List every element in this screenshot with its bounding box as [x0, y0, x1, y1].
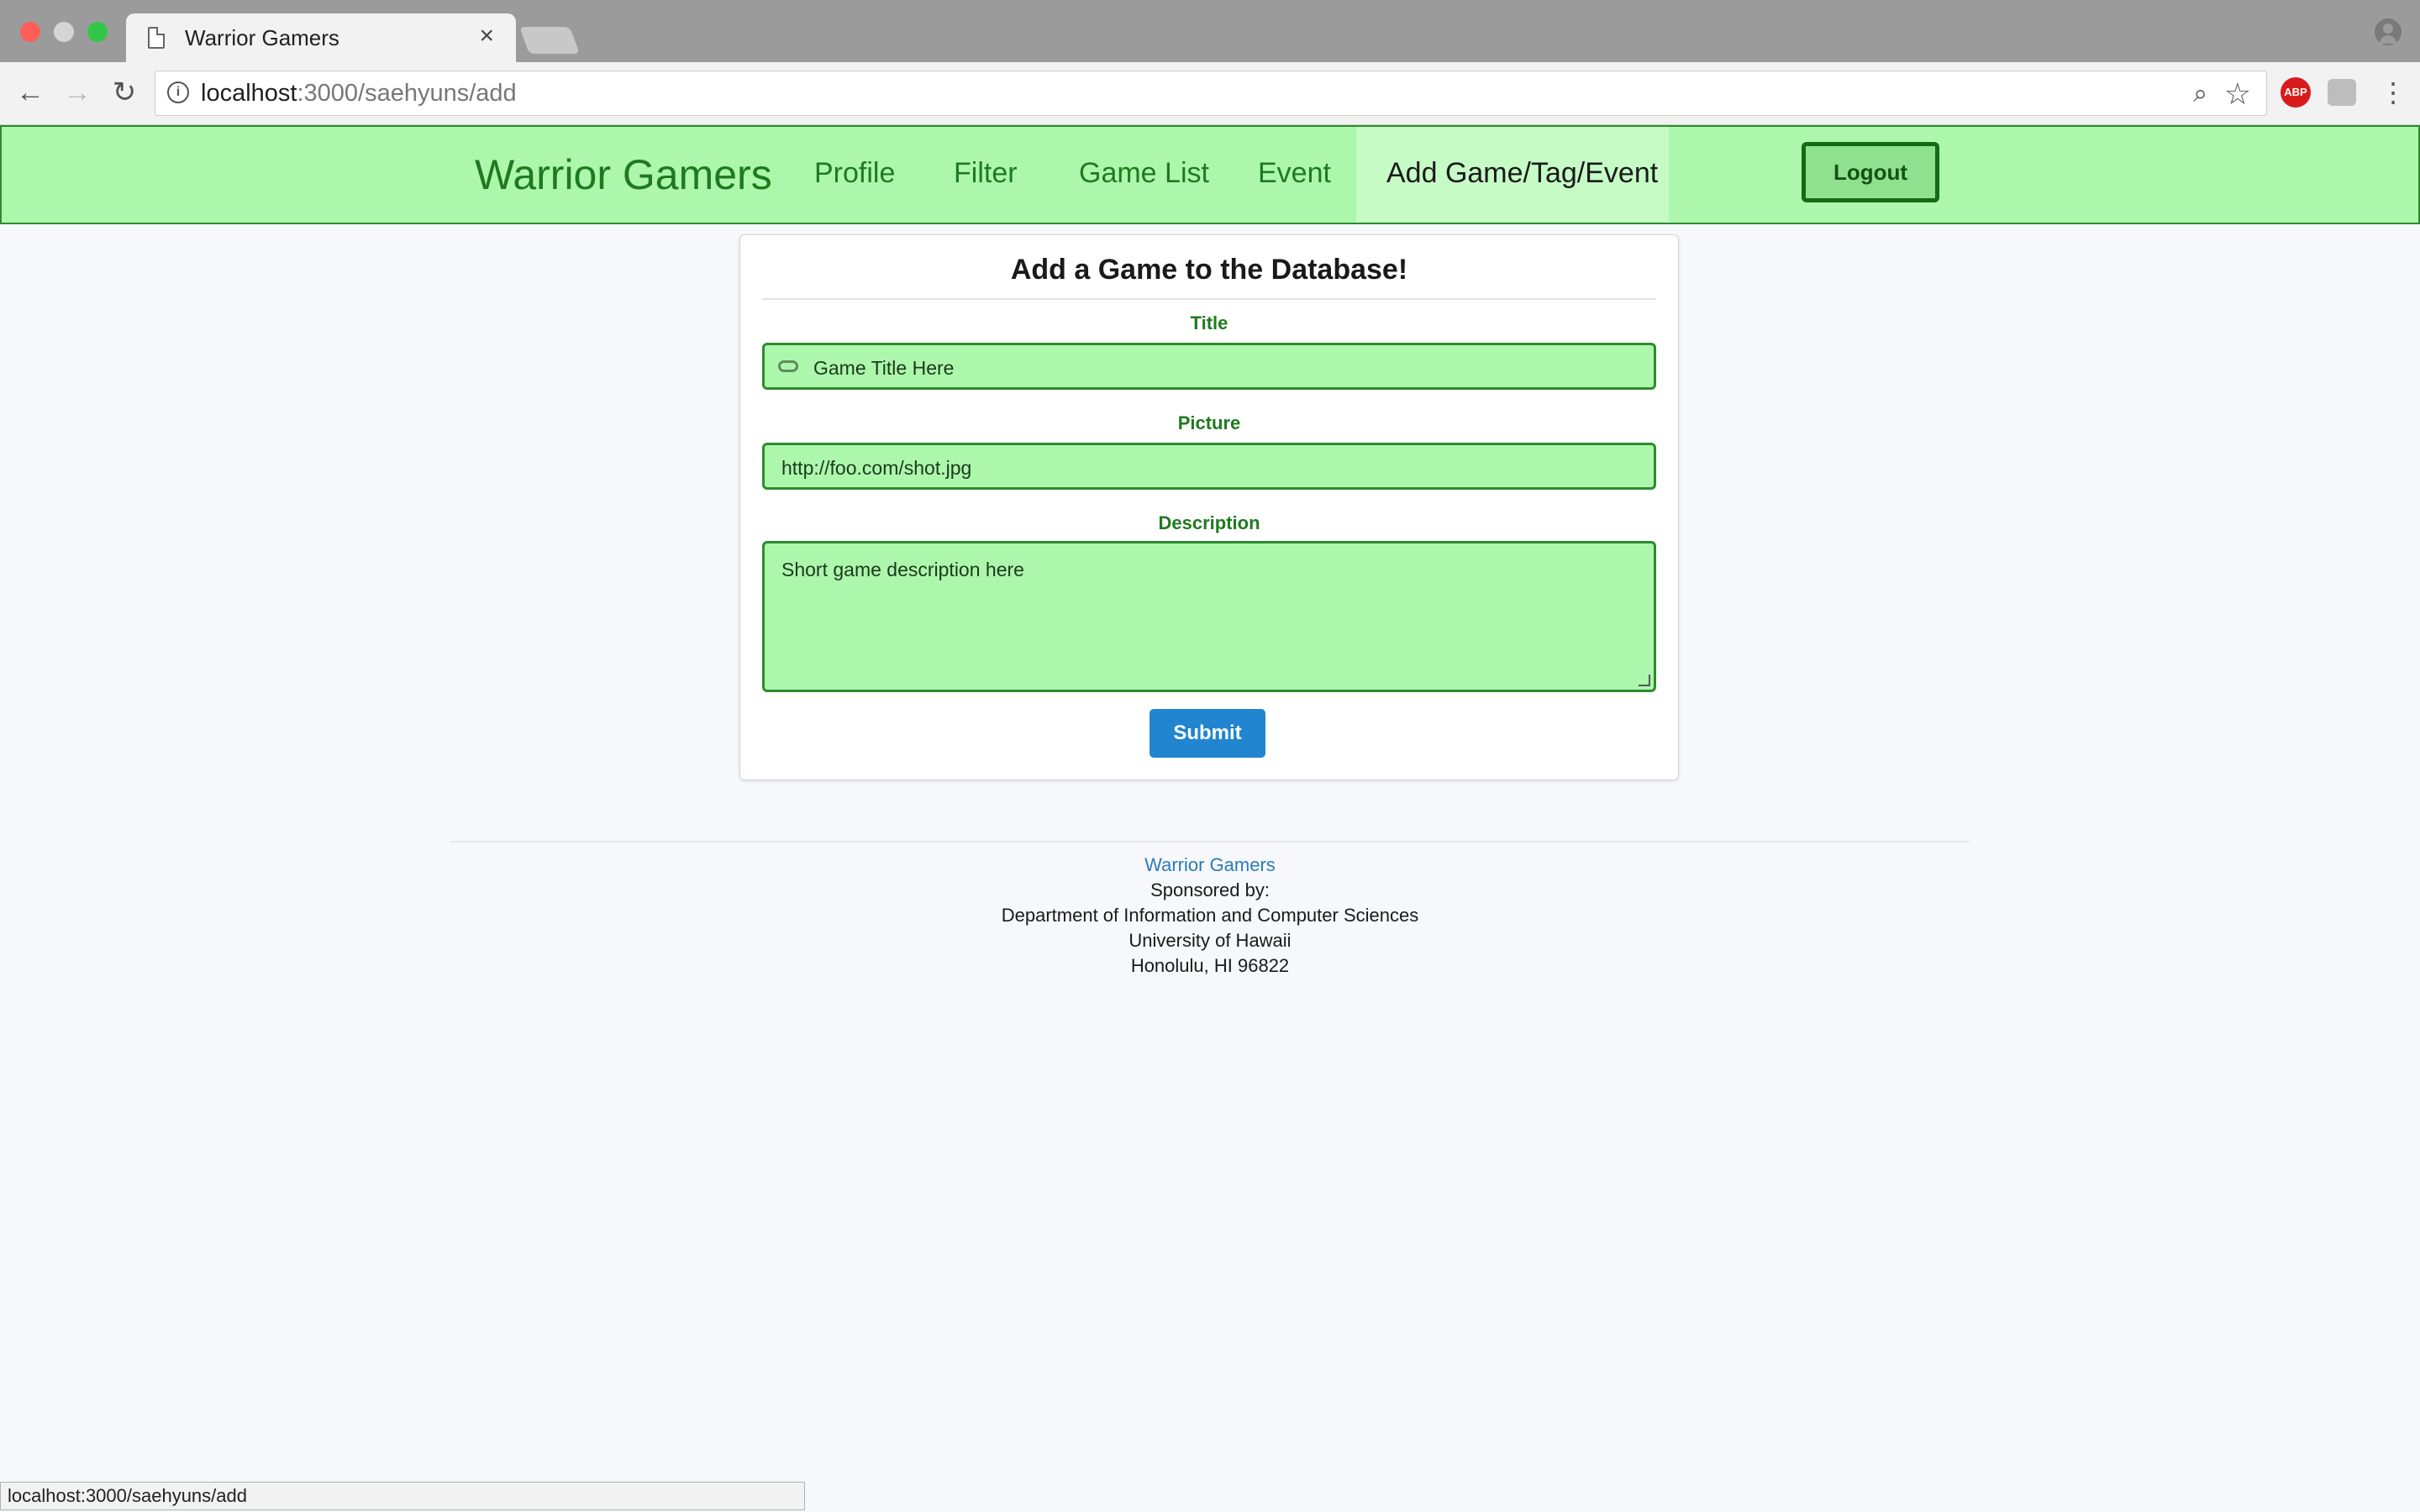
page-icon [148, 27, 165, 49]
adblock-icon[interactable]: ABP [2281, 77, 2311, 108]
new-tab-button[interactable] [519, 27, 580, 54]
form-heading: Add a Game to the Database! [762, 254, 1656, 300]
resize-handle[interactable] [1639, 675, 1650, 686]
footer-brand-link[interactable]: Warrior Gamers [450, 853, 1970, 878]
picture-placeholder: http://foo.com/shot.jpg [781, 457, 972, 479]
footer-address: Honolulu, HI 96822 [1130, 955, 1290, 976]
forward-icon[interactable]: → [60, 76, 94, 109]
url-path: :3000/saehyuns/add [297, 80, 517, 107]
browser-tab-bar: Warrior Gamers × [0, 0, 2420, 62]
profile-icon[interactable] [2375, 18, 2402, 45]
gamepad-icon [778, 360, 798, 372]
close-window-button[interactable] [20, 22, 40, 42]
title-input[interactable]: Game Title Here [762, 343, 1656, 390]
menu-icon[interactable]: ⋮ [2380, 74, 2407, 111]
footer-sponsor: Sponsored by: [1150, 879, 1270, 900]
submit-button[interactable]: Submit [1150, 709, 1265, 758]
title-placeholder: Game Title Here [813, 357, 955, 379]
browser-toolbar: ← → ↻ i localhost:3000/saehyuns/add ⌕ ☆ … [0, 62, 2420, 125]
back-icon[interactable]: ← [13, 76, 47, 109]
zoom-icon[interactable]: ⌕ [2193, 80, 2207, 108]
footer-department: Department of Information and Computer S… [1001, 905, 1419, 926]
address-url: localhost:3000/saehyuns/add [201, 80, 517, 108]
url-host: localhost [201, 80, 297, 107]
description-textarea[interactable]: Short game description here [762, 541, 1656, 692]
title-label: Title [1190, 312, 1228, 333]
description-placeholder: Short game description here [781, 559, 1024, 580]
star-icon[interactable]: ☆ [2224, 76, 2251, 112]
tab-title: Warrior Gamers [185, 25, 339, 50]
reload-icon[interactable]: ↻ [108, 76, 141, 109]
logout-button[interactable]: Logout [1802, 142, 1939, 202]
nav-event[interactable]: Event [1258, 157, 1331, 190]
tab-close-icon[interactable]: × [479, 24, 494, 49]
browser-tab[interactable]: Warrior Gamers × [126, 13, 516, 62]
address-bar[interactable]: i localhost:3000/saehyuns/add ⌕ ☆ [155, 71, 2267, 116]
minimize-window-button[interactable] [54, 22, 74, 42]
picture-input[interactable]: http://foo.com/shot.jpg [762, 443, 1656, 490]
site-nav: Warrior Gamers Profile Filter Game List … [0, 125, 2420, 224]
nav-filter[interactable]: Filter [954, 157, 1018, 190]
footer: Warrior Gamers Sponsored by: Department … [450, 853, 1970, 979]
footer-divider [450, 841, 1970, 843]
brand-link[interactable]: Warrior Gamers [475, 150, 772, 199]
maximize-window-button[interactable] [87, 22, 108, 42]
nav-profile[interactable]: Profile [814, 157, 895, 190]
info-icon[interactable]: i [167, 81, 189, 103]
status-bar: localhost:3000/saehyuns/add [0, 1482, 805, 1510]
extension-icon[interactable] [2328, 79, 2356, 106]
footer-university: University of Hawaii [1128, 930, 1292, 951]
nav-add-label: Add Game/Tag/Event [1386, 157, 1659, 189]
nav-game-list[interactable]: Game List [1079, 157, 1209, 190]
description-label: Description [1158, 512, 1260, 533]
picture-label: Picture [1177, 412, 1241, 433]
nav-add-game-tag-event[interactable]: Add Game/Tag/Event [1356, 127, 1669, 223]
add-game-form: Add a Game to the Database! Title Game T… [739, 234, 1679, 780]
